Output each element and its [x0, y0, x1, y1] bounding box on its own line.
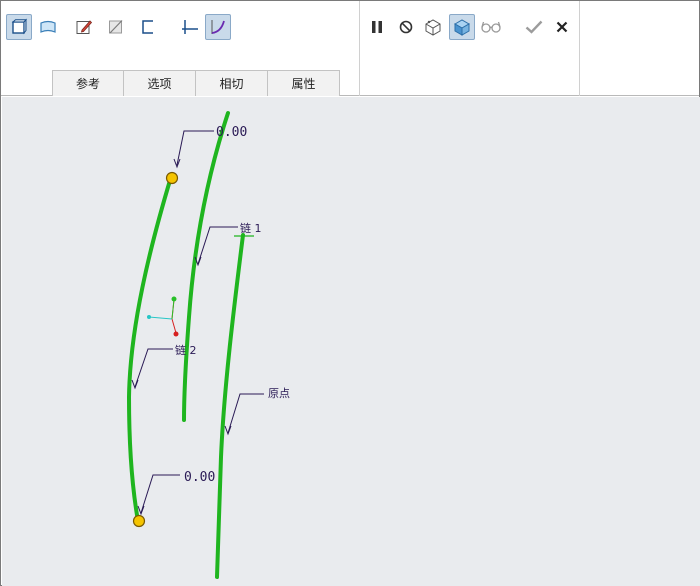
shaded-box-icon	[453, 19, 471, 36]
ok-button[interactable]	[521, 14, 547, 40]
bracket-icon	[142, 20, 153, 34]
preview-controls-group	[360, 1, 580, 96]
surface-icon	[40, 20, 56, 33]
wireframe-icon	[425, 19, 441, 36]
solid-surface-button[interactable]	[6, 14, 32, 40]
surface-button[interactable]	[35, 14, 61, 40]
coordinate-triad-icon	[147, 296, 179, 337]
chain-2-label[interactable]: 链 2	[175, 343, 197, 357]
curved-boundary-button[interactable]	[205, 14, 231, 40]
check-icon	[525, 20, 543, 34]
chain-1-label[interactable]: 链 1	[240, 221, 262, 235]
pause-button[interactable]	[364, 14, 390, 40]
window-frame: 参考 选项 相切 属性 0.00 链 1 链 2 原点 0.00	[0, 0, 700, 586]
thicken-button[interactable]	[135, 14, 161, 40]
glasses-button[interactable]	[478, 14, 504, 40]
pencil-icon	[76, 20, 93, 34]
pause-icon	[372, 21, 382, 33]
remove-material-button[interactable]	[103, 14, 129, 40]
tab-references[interactable]: 参考	[52, 70, 124, 96]
model-viewport[interactable]: 0.00 链 1 链 2 原点 0.00	[2, 97, 700, 586]
cube-icon	[11, 18, 28, 35]
geometry-preview-button[interactable]	[420, 14, 446, 40]
tab-tangency[interactable]: 相切	[196, 70, 268, 96]
boundary-curve-right[interactable]	[215, 233, 245, 579]
tab-properties[interactable]: 属性	[268, 70, 340, 96]
dashboard-ribbon: 参考 选项 相切 属性	[1, 1, 699, 96]
edit-sketch-button[interactable]	[71, 14, 97, 40]
no-preview-button[interactable]	[393, 14, 419, 40]
feature-options-group: 参考 选项 相切 属性	[1, 1, 360, 96]
graphics-window[interactable]: 0.00 链 1 链 2 原点 0.00	[2, 97, 700, 586]
origin-label[interactable]: 原点	[268, 387, 290, 400]
tab-options[interactable]: 选项	[124, 70, 196, 96]
curve-icon	[211, 20, 225, 34]
end-point-handle[interactable]	[132, 514, 146, 528]
close-icon	[556, 21, 568, 33]
boundary-curve-middle[interactable]	[182, 111, 230, 422]
cancel-button[interactable]	[549, 14, 575, 40]
glasses-icon	[481, 21, 501, 33]
straight-line-icon	[182, 20, 198, 34]
slash-box-icon	[109, 20, 123, 34]
dimension-bottom-value[interactable]: 0.00	[184, 470, 215, 485]
start-point-handle[interactable]	[165, 171, 179, 185]
dashboard-tabs: 参考 选项 相切 属性	[52, 70, 340, 96]
straight-boundary-button[interactable]	[177, 14, 203, 40]
verify-preview-button[interactable]	[449, 14, 475, 40]
dimension-leaders	[131, 130, 264, 516]
dimension-top-value[interactable]: 0.00	[216, 125, 247, 140]
no-entry-icon	[399, 20, 413, 34]
